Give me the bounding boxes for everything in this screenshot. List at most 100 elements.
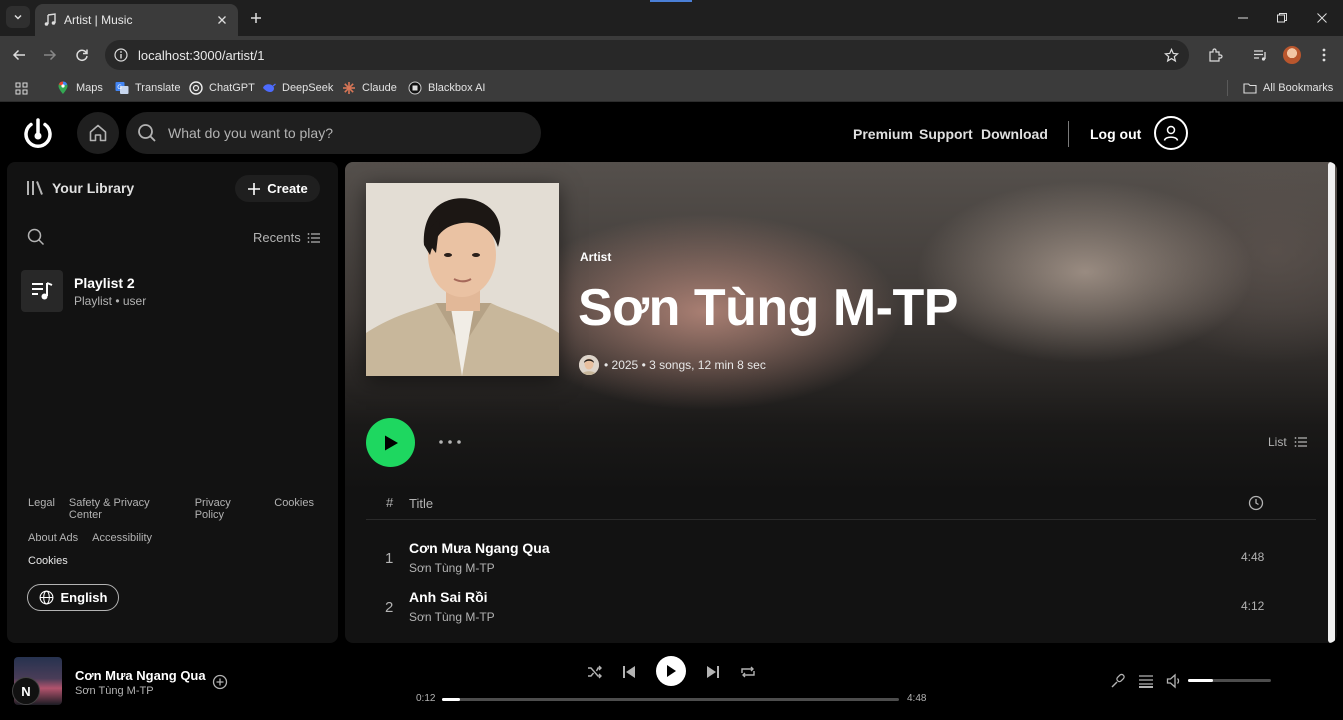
list-icon — [307, 232, 320, 243]
site-info-icon[interactable] — [112, 46, 130, 64]
play-artist-button[interactable] — [366, 418, 415, 467]
deepseek-whale-icon — [262, 81, 276, 95]
url-text[interactable]: localhost:3000/artist/1 — [138, 48, 1161, 63]
app-header: Premium Support Download Log out — [0, 103, 1343, 162]
bookmark-blackbox[interactable]: Blackbox AI — [408, 80, 485, 96]
bookmark-chatgpt[interactable]: ChatGPT — [189, 80, 255, 96]
profile-avatar[interactable] — [1283, 46, 1301, 64]
arrow-left-icon — [12, 49, 25, 61]
now-playing-artist[interactable]: Sơn Tùng M-TP — [75, 685, 154, 697]
repeat-button[interactable] — [739, 663, 757, 681]
library-item-playlist[interactable]: Playlist 2 Playlist • user — [21, 269, 326, 313]
download-link[interactable]: Download — [981, 126, 1048, 142]
language-button[interactable]: English — [27, 584, 119, 611]
library-title: Your Library — [52, 180, 135, 196]
playback-progress-bar[interactable] — [442, 698, 899, 701]
more-options-icon[interactable] — [438, 434, 462, 450]
minimize-icon — [1238, 17, 1248, 19]
reload-button[interactable] — [71, 44, 93, 66]
bookmark-maps[interactable]: Maps — [56, 80, 103, 96]
plus-icon — [248, 182, 261, 195]
sort-recents-button[interactable]: Recents — [253, 230, 321, 245]
volume-fill — [1188, 679, 1213, 682]
your-library-header[interactable]: Your Library — [25, 178, 134, 198]
now-playing-title[interactable]: Cơn Mưa Ngang Qua — [75, 668, 206, 683]
list-icon — [1294, 437, 1307, 447]
shuffle-button[interactable] — [586, 663, 604, 681]
all-bookmarks-button[interactable]: All Bookmarks — [1243, 80, 1333, 96]
logout-button[interactable]: Log out — [1090, 126, 1141, 142]
legal-link[interactable]: Legal — [28, 497, 55, 521]
home-button[interactable] — [77, 112, 119, 154]
restore-button[interactable] — [1272, 8, 1292, 28]
accessibility-link[interactable]: Accessibility — [92, 532, 152, 544]
search-input[interactable] — [168, 125, 508, 141]
bookmark-deepseek[interactable]: DeepSeek — [262, 80, 333, 96]
track-artist[interactable]: Sơn Tùng M-TP — [409, 610, 495, 624]
view-mode-label: List — [1268, 435, 1287, 449]
minimize-button[interactable] — [1233, 8, 1253, 28]
new-tab-button[interactable] — [246, 8, 266, 28]
app-logo-icon[interactable] — [22, 117, 54, 149]
lyrics-mic-icon[interactable] — [1110, 673, 1126, 689]
add-to-library-icon[interactable] — [212, 674, 228, 690]
apps-button[interactable] — [14, 80, 34, 96]
forward-button[interactable] — [39, 44, 61, 66]
arrow-right-icon — [44, 49, 57, 61]
track-row[interactable]: 2 Anh Sai Rồi Sơn Tùng M-TP 4:12 — [366, 585, 1316, 629]
maps-pin-icon — [56, 81, 70, 95]
plus-icon — [251, 13, 261, 23]
privacy-policy-link[interactable]: Privacy Policy — [195, 497, 261, 521]
tracklist-header: # Title — [366, 495, 1316, 520]
skip-back-icon — [623, 666, 635, 678]
track-duration: 4:12 — [1241, 599, 1265, 613]
bookmark-claude[interactable]: Claude — [342, 80, 397, 96]
search-icon — [136, 122, 158, 144]
close-window-button[interactable] — [1312, 8, 1332, 28]
track-artist[interactable]: Sơn Tùng M-TP — [409, 561, 495, 575]
browser-tab[interactable]: Artist | Music — [35, 4, 238, 36]
support-link[interactable]: Support — [919, 126, 973, 142]
safety-privacy-link[interactable]: Safety & Privacy Center — [69, 497, 181, 521]
track-title-header: Title — [409, 496, 434, 511]
search-bar[interactable] — [126, 112, 541, 154]
library-sidebar: Your Library Create Recents Playlist 2 P… — [7, 162, 338, 643]
cookies-link[interactable]: Cookies — [274, 497, 314, 521]
user-profile-button[interactable] — [1154, 116, 1188, 150]
track-title[interactable]: Cơn Mưa Ngang Qua — [409, 540, 550, 556]
queue-icon[interactable] — [1138, 673, 1154, 689]
artist-meta-text: • 2025 • 3 songs, 12 min 8 sec — [604, 358, 766, 372]
page-scrollbar[interactable] — [1328, 162, 1335, 643]
now-playing-badge: N — [12, 677, 40, 705]
track-number: 2 — [385, 599, 394, 616]
artist-photo — [366, 183, 559, 376]
bookmark-translate[interactable]: G Translate — [115, 80, 180, 96]
menu-kebab-icon[interactable] — [1314, 45, 1334, 65]
playlist-music-icon — [32, 282, 53, 300]
track-row[interactable]: 1 Cơn Mưa Ngang Qua Sơn Tùng M-TP 4:48 — [366, 536, 1316, 580]
volume-slider[interactable] — [1188, 679, 1271, 682]
view-mode-button[interactable]: List — [1268, 435, 1308, 449]
play-pause-button[interactable] — [656, 656, 686, 686]
playlist-subtitle: Playlist • user — [74, 293, 147, 308]
track-title[interactable]: Anh Sai Rồi — [409, 589, 488, 605]
close-tab-icon[interactable] — [214, 12, 230, 28]
library-search-icon[interactable] — [27, 228, 45, 246]
create-button[interactable]: Create — [235, 175, 320, 202]
about-ads-link[interactable]: About Ads — [28, 532, 78, 544]
cookies-settings-link[interactable]: Cookies — [28, 555, 68, 567]
next-button[interactable] — [704, 663, 722, 681]
extensions-icon[interactable] — [1205, 45, 1225, 65]
address-bar[interactable]: localhost:3000/artist/1 — [105, 40, 1189, 70]
restore-icon — [1277, 13, 1287, 23]
player-bar: N Cơn Mưa Ngang Qua Sơn Tùng M-TP 0:12 4… — [0, 643, 1343, 720]
back-button[interactable] — [8, 44, 30, 66]
user-icon — [1163, 125, 1179, 141]
previous-button[interactable] — [620, 663, 638, 681]
bookmark-star-icon[interactable] — [1161, 45, 1181, 65]
premium-link[interactable]: Premium — [853, 126, 913, 142]
media-controls-icon[interactable] — [1250, 45, 1270, 65]
tab-search-button[interactable] — [6, 6, 30, 28]
volume-icon[interactable] — [1166, 673, 1182, 689]
track-number: 1 — [385, 550, 394, 567]
